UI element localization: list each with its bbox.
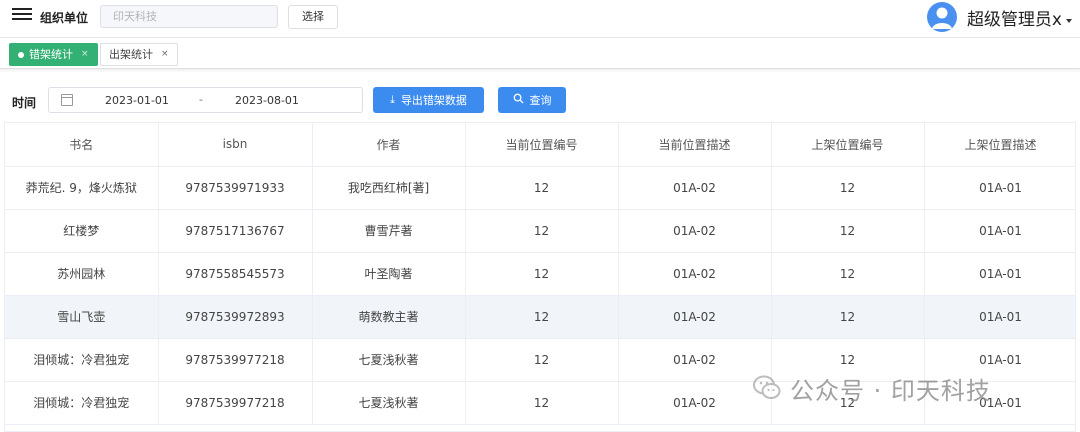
table-cell: 泪倾城：冷君独宠 — [5, 381, 159, 425]
table-cell: 9787539971933 — [158, 166, 313, 210]
table-cell: 9787558545573 — [158, 252, 313, 296]
table-cell: 七夏浅秋著 — [312, 381, 466, 425]
table-cell: 红楼梦 — [5, 209, 159, 253]
table-cell: 苏州园林 — [5, 252, 159, 296]
table-cell: 9787539977218 — [158, 381, 313, 425]
close-icon[interactable]: × — [81, 44, 89, 65]
table-cell: 七夏浅秋著 — [312, 338, 466, 382]
table-cell: 12 — [465, 381, 619, 425]
table-cell: 我吃西红柿[著] — [312, 166, 466, 210]
user-menu[interactable]: 超级管理员x — [926, 2, 1072, 32]
table-cell: 12 — [771, 209, 925, 253]
table-cell: 12 — [771, 295, 925, 339]
avatar[interactable] — [926, 2, 957, 32]
search-icon — [513, 93, 524, 107]
table-header-row: 书名 isbn 作者 当前位置编号 当前位置描述 上架位置编号 上架位置描述 — [5, 123, 1075, 167]
table-cell: 01A-02 — [618, 209, 772, 253]
table-cell: 01A-02 — [618, 295, 772, 339]
table-row[interactable]: 泪倾城：冷君独宠 9787539977218 七夏浅秋著 12 01A-02 1… — [5, 338, 1075, 382]
table-cell: 01A-02 — [618, 338, 772, 382]
table-cell: 12 — [465, 338, 619, 382]
org-unit-input[interactable]: 印天科技 — [100, 5, 278, 28]
top-header: 组织单位 印天科技 选择 超级管理员x — [0, 0, 1080, 38]
table-cell: 01A-01 — [924, 295, 1075, 339]
column-header: 书名 — [5, 123, 159, 167]
column-header: 上架位置编号 — [771, 123, 925, 167]
table-cell: 9787539972893 — [158, 295, 313, 339]
chevron-down-icon[interactable] — [1066, 19, 1072, 23]
table-cell: 01A-02 — [618, 166, 772, 210]
table-cell: 9787517136767 — [158, 209, 313, 253]
table-row[interactable]: 苏州园林 9787558545573 叶圣陶著 12 01A-02 12 01A… — [5, 252, 1075, 296]
active-dot-icon — [18, 51, 24, 58]
tab-label: 出架统计 — [109, 48, 153, 61]
query-button[interactable]: 查询 — [498, 87, 566, 113]
table-cell: 泪倾城：冷君独宠 — [5, 338, 159, 382]
table-cell: 雪山飞壶 — [5, 295, 159, 339]
table-cell: 01A-01 — [924, 381, 1075, 425]
table-cell: 12 — [465, 166, 619, 210]
column-header: 当前位置编号 — [465, 123, 619, 167]
table-row[interactable]: 红楼梦 9787517136767 曹雪芹著 12 01A-02 12 01A-… — [5, 209, 1075, 253]
table-cell: 叶圣陶著 — [312, 252, 466, 296]
table-cell: 12 — [771, 252, 925, 296]
table-cell: 12 — [465, 209, 619, 253]
tab-offshelf-stats[interactable]: 出架统计 × — [100, 43, 178, 66]
select-button[interactable]: 选择 — [288, 5, 338, 29]
table-cell: 12 — [771, 166, 925, 210]
export-button-label: 导出错架数据 — [400, 94, 467, 107]
tab-label: 错架统计 — [29, 48, 73, 61]
time-label: 时间 — [12, 96, 37, 110]
table-cell: 萌数教主著 — [312, 295, 466, 339]
column-header: isbn — [158, 123, 313, 167]
table-cell: 01A-02 — [618, 381, 772, 425]
table-cell: 莽荒纪. 9，烽火炼狱 — [5, 166, 159, 210]
end-date[interactable]: 2023-08-01 — [235, 94, 299, 107]
tabs-bar: 错架统计 × 出架统计 × — [0, 39, 1080, 69]
export-button[interactable]: ⤓ 导出错架数据 — [373, 87, 484, 113]
username: 超级管理员x — [966, 9, 1062, 30]
table-row[interactable]: 莽荒纪. 9，烽火炼狱 9787539971933 我吃西红柿[著] 12 01… — [5, 166, 1075, 210]
column-header: 当前位置描述 — [618, 123, 772, 167]
table-cell: 曹雪芹著 — [312, 209, 466, 253]
tab-misshelf-stats[interactable]: 错架统计 × — [9, 43, 98, 66]
table-cell: 01A-01 — [924, 209, 1075, 253]
table-row[interactable]: 泪倾城：冷君独宠 9787539977218 七夏浅秋著 12 01A-02 1… — [5, 381, 1075, 425]
user-icon — [931, 7, 952, 29]
calendar-icon — [61, 94, 73, 106]
date-range-picker[interactable]: 2023-01-01 - 2023-08-01 — [48, 87, 363, 113]
table-cell: 01A-02 — [618, 252, 772, 296]
table-cell: 9787539977218 — [158, 338, 313, 382]
date-separator: - — [199, 93, 203, 106]
misshelf-table: 书名 isbn 作者 当前位置编号 当前位置描述 上架位置编号 上架位置描述 莽… — [4, 122, 1076, 432]
download-icon: ⤓ — [390, 93, 395, 106]
column-header: 上架位置描述 — [924, 123, 1075, 167]
table-cell: 12 — [771, 381, 925, 425]
column-header: 作者 — [312, 123, 466, 167]
table-cell: 01A-01 — [924, 338, 1075, 382]
table-cell: 12 — [771, 338, 925, 382]
org-unit-label: 组织单位 — [40, 11, 89, 25]
start-date[interactable]: 2023-01-01 — [105, 94, 169, 107]
table-cell: 01A-01 — [924, 252, 1075, 296]
close-icon[interactable]: × — [161, 44, 169, 65]
hamburger-menu-icon[interactable] — [12, 8, 32, 24]
table-cell: 12 — [465, 252, 619, 296]
table-cell: 12 — [465, 295, 619, 339]
query-button-label: 查询 — [529, 94, 552, 107]
table-row[interactable]: 雪山飞壶 9787539972893 萌数教主著 12 01A-02 12 01… — [5, 295, 1075, 339]
table-cell: 01A-01 — [924, 166, 1075, 210]
